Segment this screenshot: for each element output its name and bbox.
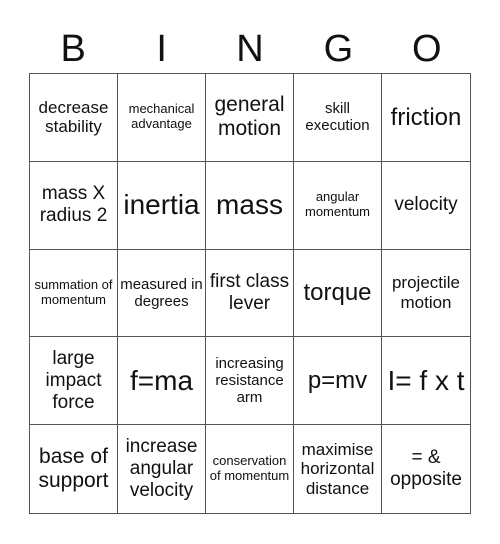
bingo-header: B I N G O bbox=[29, 26, 471, 72]
bingo-cell[interactable]: velocity bbox=[382, 162, 470, 250]
header-letter-n: N bbox=[236, 28, 264, 70]
bingo-cell[interactable]: angular momentum bbox=[294, 161, 382, 250]
bingo-cell[interactable]: inertia bbox=[118, 161, 206, 250]
bingo-cell[interactable]: maximise horizontal distance bbox=[294, 425, 382, 513]
bingo-cell[interactable]: mass X radius 2 bbox=[30, 161, 118, 250]
header-letter-b: B bbox=[60, 28, 86, 70]
bingo-cell[interactable]: summation of momentum bbox=[30, 249, 118, 338]
bingo-cell[interactable]: conservation of momentum bbox=[206, 425, 294, 513]
bingo-cell[interactable]: friction bbox=[382, 74, 470, 162]
bingo-cell[interactable]: base of support bbox=[30, 425, 118, 513]
bingo-cell[interactable]: measured in degrees bbox=[118, 249, 206, 338]
header-letter-g: G bbox=[323, 28, 354, 70]
bingo-cell[interactable]: mechanical advantage bbox=[118, 74, 206, 162]
bingo-card: decrease stability mechanical advantage … bbox=[29, 73, 471, 514]
bingo-cell[interactable]: large impact force bbox=[30, 337, 118, 426]
bingo-cell[interactable]: general motion bbox=[206, 74, 294, 162]
bingo-cell[interactable]: projectile motion bbox=[382, 250, 470, 338]
bingo-cell[interactable]: first class lever bbox=[206, 249, 294, 338]
bingo-cell[interactable]: I= f x t bbox=[382, 337, 470, 426]
bingo-cell[interactable]: mass bbox=[206, 161, 294, 250]
bingo-cell[interactable]: = & opposite bbox=[382, 425, 470, 513]
bingo-cell[interactable]: increase angular velocity bbox=[118, 425, 206, 513]
bingo-cell[interactable]: torque bbox=[294, 249, 382, 338]
bingo-cell[interactable]: p=mv bbox=[294, 337, 382, 426]
bingo-cell[interactable]: increasing resistance arm bbox=[206, 337, 294, 426]
bingo-cell[interactable]: f=ma bbox=[118, 337, 206, 426]
bingo-cell[interactable]: skill execution bbox=[294, 74, 382, 162]
bingo-cell[interactable]: decrease stability bbox=[30, 74, 118, 162]
header-letter-i: I bbox=[156, 28, 167, 70]
header-letter-o: O bbox=[412, 28, 442, 70]
